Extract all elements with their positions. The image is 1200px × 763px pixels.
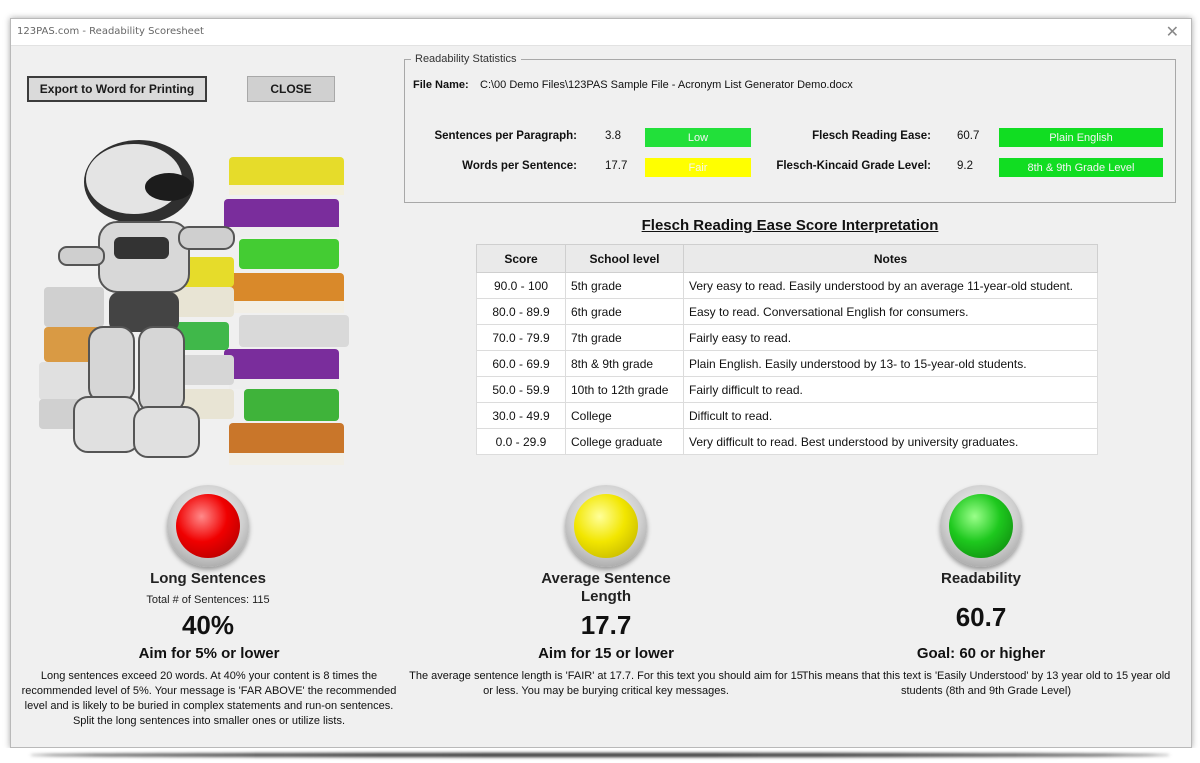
long-sentences-subtitle: Total # of Sentences: 115: [146, 594, 270, 606]
flesch-reading-ease-value: 60.7: [957, 130, 980, 142]
table-row: 90.0 - 100 5th grade Very easy to read. …: [476, 272, 1098, 299]
long-sentences-percentage: 40%: [181, 610, 235, 640]
score-cell: 0.0 - 29.9: [476, 428, 566, 455]
school-level-cell: 8th & 9th grade: [565, 350, 684, 377]
yellow-light-icon: [574, 494, 638, 558]
school-level-cell: 5th grade: [565, 272, 684, 299]
flesch-reading-ease-label: Flesch Reading Ease:: [812, 130, 931, 142]
file-name-value: C:\00 Demo Files\123PAS Sample File - Ac…: [480, 79, 853, 91]
school-level-cell: College: [565, 402, 684, 429]
score-cell: 50.0 - 59.9: [476, 376, 566, 403]
notes-cell: Very difficult to read. Best understood …: [683, 428, 1098, 455]
notes-column-header: Notes: [683, 244, 1098, 273]
green-light-icon: [949, 494, 1013, 558]
school-level-cell: 10th to 12th grade: [565, 376, 684, 403]
notes-cell: Difficult to read.: [683, 402, 1098, 429]
close-button[interactable]: CLOSE: [247, 76, 335, 102]
table-row: 80.0 - 89.9 6th grade Easy to read. Conv…: [476, 298, 1098, 325]
words-per-sentence-badge: Fair: [645, 158, 751, 177]
export-to-word-button[interactable]: Export to Word for Printing: [27, 76, 207, 102]
readability-description: This means that this text is 'Easily Und…: [801, 670, 1171, 697]
score-cell: 30.0 - 49.9: [476, 402, 566, 429]
window-close-icon[interactable]: ✕: [1166, 22, 1179, 42]
sentences-per-paragraph-badge: Low: [645, 128, 751, 147]
readability-statistics-group: Readability Statistics File Name: C:\00 …: [404, 53, 1176, 203]
score-cell: 90.0 - 100: [476, 272, 566, 299]
average-length-description: The average sentence length is 'FAIR' at…: [409, 670, 803, 697]
table-row: 60.0 - 69.9 8th & 9th grade Plain Englis…: [476, 350, 1098, 377]
average-length-aim: Aim for 15 or lower: [538, 645, 674, 662]
stats-legend: Readability Statistics: [411, 53, 521, 65]
average-length-indicator: [565, 485, 647, 567]
school-level-cell: College graduate: [565, 428, 684, 455]
score-cell: 60.0 - 69.9: [476, 350, 566, 377]
readability-window: 123PAS.com - Readability Scoresheet ✕ Ex…: [10, 18, 1192, 748]
table-row: 70.0 - 79.9 7th grade Fairly easy to rea…: [476, 324, 1098, 351]
score-cell: 70.0 - 79.9: [476, 324, 566, 351]
long-sentences-indicator: [167, 485, 249, 567]
long-sentences-aim: Aim for 5% or lower: [138, 645, 280, 662]
notes-cell: Fairly difficult to read.: [683, 376, 1098, 403]
flesch-kincaid-grade-label: Flesch-Kincaid Grade Level:: [776, 160, 931, 172]
school-level-column-header: School level: [565, 244, 684, 273]
sentences-per-paragraph-label: Sentences per Paragraph:: [434, 130, 577, 142]
long-sentences-description: Long sentences exceed 20 words. At 40% y…: [21, 670, 397, 727]
readability-title: Readability: [940, 570, 1022, 587]
notes-cell: Plain English. Easily understood by 13- …: [683, 350, 1098, 377]
readability-score: 60.7: [955, 602, 1007, 632]
flesch-reading-ease-badge: Plain English: [999, 128, 1163, 147]
notes-cell: Fairly easy to read.: [683, 324, 1098, 351]
readability-indicator: [940, 485, 1022, 567]
readability-goal: Goal: 60 or higher: [916, 645, 1046, 662]
red-light-icon: [176, 494, 240, 558]
score-column-header: Score: [476, 244, 566, 273]
title-bar: 123PAS.com - Readability Scoresheet ✕: [11, 19, 1191, 46]
average-length-value: 17.7: [580, 610, 632, 640]
table-header-row: Score School level Notes: [476, 244, 1098, 273]
average-length-title: Average Sentence Length: [541, 570, 671, 605]
sentences-per-paragraph-value: 3.8: [605, 130, 621, 142]
school-level-cell: 7th grade: [565, 324, 684, 351]
notes-cell: Easy to read. Conversational English for…: [683, 298, 1098, 325]
window-title: 123PAS.com - Readability Scoresheet: [17, 26, 204, 37]
table-row: 0.0 - 29.9 College graduate Very difficu…: [476, 428, 1098, 455]
window-shadow: [0, 748, 1200, 763]
robot-books-illustration: [39, 140, 349, 465]
words-per-sentence-value: 17.7: [605, 160, 628, 172]
table-row: 30.0 - 49.9 College Difficult to read.: [476, 402, 1098, 429]
score-cell: 80.0 - 89.9: [476, 298, 566, 325]
words-per-sentence-label: Words per Sentence:: [462, 160, 577, 172]
notes-cell: Very easy to read. Easily understood by …: [683, 272, 1098, 299]
flesch-kincaid-grade-badge: 8th & 9th Grade Level: [999, 158, 1163, 177]
table-row: 50.0 - 59.9 10th to 12th grade Fairly di…: [476, 376, 1098, 403]
flesch-kincaid-grade-value: 9.2: [957, 160, 973, 172]
interpretation-title: Flesch Reading Ease Score Interpretation: [641, 217, 939, 234]
file-name-label: File Name:: [413, 79, 469, 91]
school-level-cell: 6th grade: [565, 298, 684, 325]
long-sentences-title: Long Sentences: [150, 570, 266, 587]
interpretation-table: Score School level Notes 90.0 - 100 5th …: [476, 244, 1098, 455]
